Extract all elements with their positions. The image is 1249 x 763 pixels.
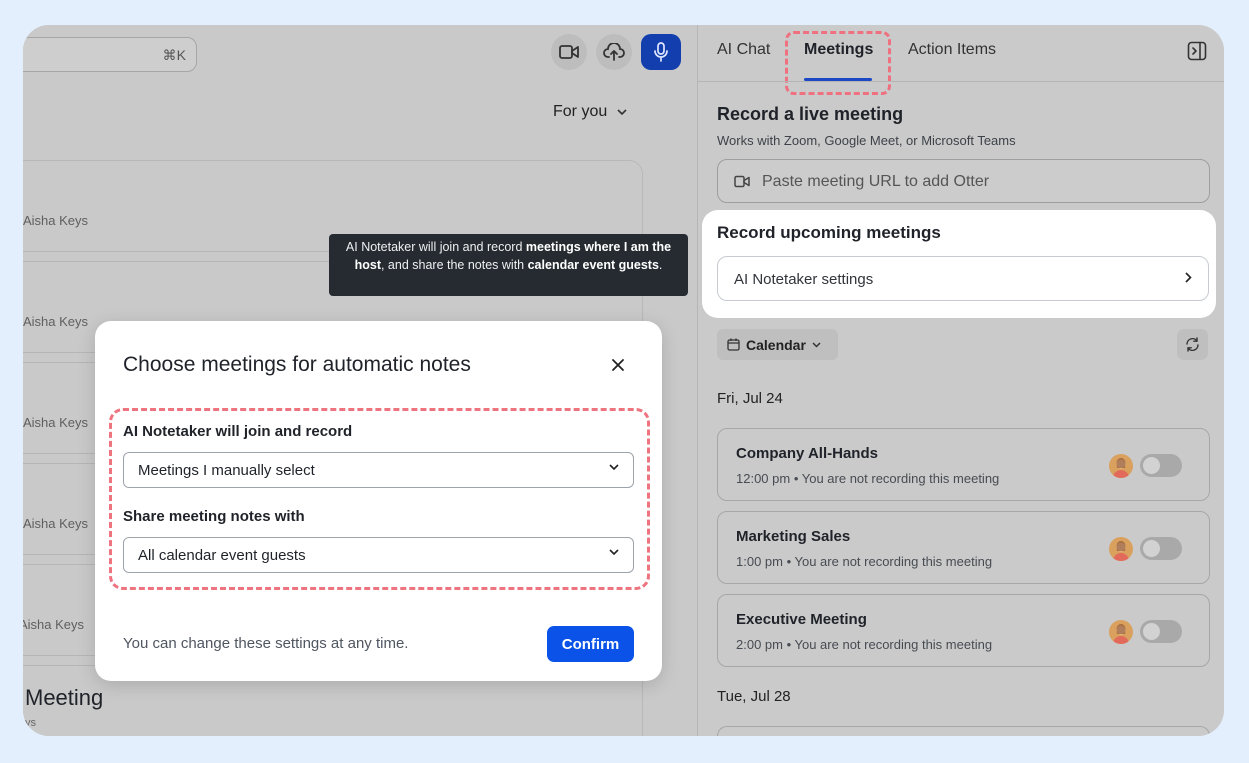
calendar-icon <box>727 338 740 351</box>
meeting-card[interactable]: Marketing Sales 1:00 pm • You are not re… <box>717 511 1210 584</box>
divider <box>23 261 353 262</box>
cloud-upload-icon <box>603 43 625 61</box>
avatar <box>1109 620 1133 644</box>
divider <box>698 81 1224 82</box>
record-microphone-button[interactable] <box>641 34 681 70</box>
calendar-dropdown[interactable]: Calendar <box>717 329 838 360</box>
video-camera-icon <box>559 45 579 59</box>
tooltip-text: AI Notetaker will join and record <box>345 240 526 254</box>
calendar-label: Calendar <box>746 336 806 353</box>
record-live-subtitle: Works with Zoom, Google Meet, or Microso… <box>717 133 1016 148</box>
dialog-title: Choose meetings for automatic notes <box>123 353 471 376</box>
notetaker-tooltip: AI Notetaker will join and record meetin… <box>329 234 688 296</box>
chevron-down-icon <box>609 549 619 555</box>
search-input[interactable]: ⌘K <box>23 37 197 72</box>
dialog-footer-note: You can change these settings at any tim… <box>123 635 409 652</box>
avatar <box>1109 454 1133 478</box>
feed-item-subtitle: ys <box>25 717 36 729</box>
join-record-value: Meetings I manually select <box>138 462 315 479</box>
feed-item-author: Aisha Keys <box>23 314 89 329</box>
feed-item-title: Meeting <box>25 685 104 710</box>
automatic-notes-dialog: Choose meetings for automatic notes AI N… <box>95 321 662 681</box>
feed-item-author: Aisha Keys <box>23 516 89 531</box>
meeting-card[interactable] <box>717 726 1210 736</box>
feed-item-author: Aisha Keys <box>23 415 89 430</box>
chevron-down-icon <box>609 464 619 470</box>
tab-action-items[interactable]: Action Items <box>908 41 996 59</box>
side-panel: AI Chat Meetings Action Items Record a l… <box>697 25 1224 736</box>
day-header: Tue, Jul 28 <box>717 688 791 705</box>
meeting-title: Company All-Hands <box>736 445 878 462</box>
tooltip-text: . <box>658 258 663 272</box>
record-live-title: Record a live meeting <box>717 104 904 124</box>
recording-toggle[interactable] <box>1140 620 1182 643</box>
upload-button[interactable] <box>596 34 632 70</box>
record-upcoming-title: Record upcoming meetings <box>717 223 941 242</box>
chevron-down-icon <box>617 109 627 115</box>
feed-filter-dropdown[interactable]: For you <box>553 103 627 121</box>
collapse-panel-icon[interactable] <box>1187 41 1207 61</box>
video-camera-icon <box>734 175 750 188</box>
meeting-url-placeholder: Paste meeting URL to add Otter <box>762 173 990 190</box>
tab-ai-chat[interactable]: AI Chat <box>717 41 770 59</box>
tooltip-bold-text: calendar event guests <box>527 258 659 272</box>
share-notes-select[interactable]: All calendar event guests <box>123 537 634 573</box>
search-shortcut-hint: ⌘K <box>162 47 186 63</box>
meeting-status: 12:00 pm • You are not recording this me… <box>736 471 1000 486</box>
highlight-outline <box>785 31 891 95</box>
chevron-right-icon <box>1185 272 1192 283</box>
feed-item-author: Aisha Keys <box>23 617 85 632</box>
feed-item-author: Aisha Keys <box>23 213 89 228</box>
microphone-icon <box>654 42 668 62</box>
recording-toggle[interactable] <box>1140 454 1182 477</box>
meeting-status: 2:00 pm • You are not recording this mee… <box>736 637 993 652</box>
confirm-button[interactable]: Confirm <box>547 626 634 662</box>
notetaker-settings-button[interactable]: AI Notetaker settings <box>717 256 1209 301</box>
meeting-title: Executive Meeting <box>736 611 867 628</box>
sync-calendar-button[interactable] <box>1177 329 1208 360</box>
chevron-down-icon <box>812 341 821 348</box>
notetaker-settings-label: AI Notetaker settings <box>734 271 874 288</box>
meeting-url-input[interactable]: Paste meeting URL to add Otter <box>717 159 1210 203</box>
app-window: ⌘K For you Aisha Keys Aisha Keys Aisha K… <box>23 25 1224 736</box>
feed-filter-label: For you <box>553 103 608 120</box>
recording-toggle[interactable] <box>1140 537 1182 560</box>
share-notes-label: Share meeting notes with <box>123 508 305 525</box>
meeting-title: Marketing Sales <box>736 528 851 545</box>
main-pane: ⌘K For you Aisha Keys Aisha Keys Aisha K… <box>23 25 697 736</box>
meeting-card[interactable]: Executive Meeting 2:00 pm • You are not … <box>717 594 1210 667</box>
refresh-icon <box>1186 337 1199 352</box>
video-record-button[interactable] <box>551 34 587 70</box>
avatar <box>1109 537 1133 561</box>
join-record-select[interactable]: Meetings I manually select <box>123 452 634 488</box>
meeting-status: 1:00 pm • You are not recording this mee… <box>736 554 993 569</box>
day-header: Fri, Jul 24 <box>717 390 783 407</box>
share-notes-value: All calendar event guests <box>138 547 306 564</box>
meeting-card[interactable]: Company All-Hands 12:00 pm • You are not… <box>717 428 1210 501</box>
record-upcoming-card: Record upcoming meetings AI Notetaker se… <box>702 210 1216 318</box>
divider <box>23 251 353 252</box>
close-icon[interactable] <box>610 357 626 373</box>
join-record-label: AI Notetaker will join and record <box>123 423 353 440</box>
tooltip-text: , and share the notes with <box>380 258 528 272</box>
